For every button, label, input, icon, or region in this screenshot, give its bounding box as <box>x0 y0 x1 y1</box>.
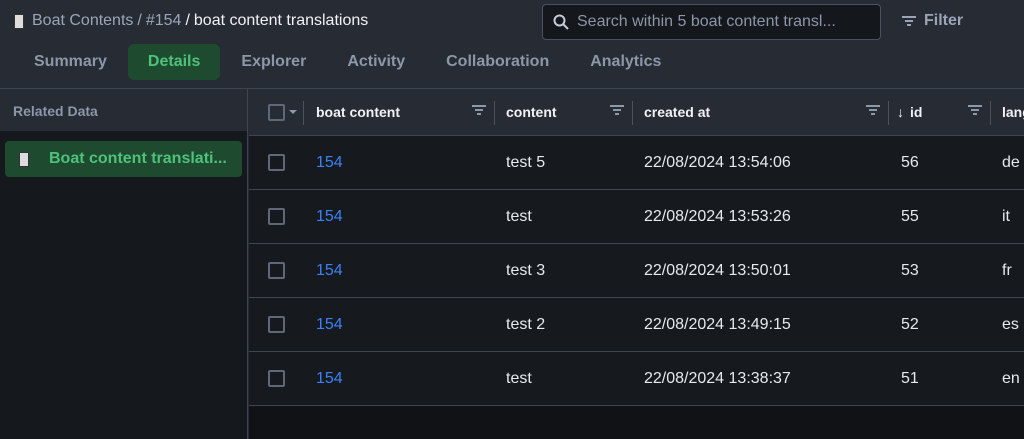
lang-cell: it <box>1002 207 1010 225</box>
column-separator[interactable] <box>990 101 991 125</box>
breadcrumb-separator: / <box>185 12 190 29</box>
column-header-created-at[interactable]: created at <box>644 89 710 135</box>
filter-label: Filter <box>924 12 964 29</box>
id-cell: 53 <box>901 261 919 279</box>
data-table: boat content content created at ↓ id lang… <box>249 89 1024 439</box>
filter-icon <box>902 16 916 26</box>
tab-activity[interactable]: Activity <box>327 44 425 80</box>
created-at-cell: 22/08/2024 13:53:26 <box>644 207 791 225</box>
related-data-sidebar: Related Data Boat content translati... <box>0 89 248 439</box>
created-at-cell: 22/08/2024 13:54:06 <box>644 153 791 171</box>
table-row[interactable]: 154 test 22/08/2024 13:53:26 55 it <box>249 190 1024 244</box>
row-checkbox[interactable] <box>268 190 285 243</box>
sidebar-item-boat-content-translations[interactable]: Boat content translati... <box>5 141 242 177</box>
content-cell: test 3 <box>506 261 546 279</box>
id-cell: 51 <box>901 369 919 387</box>
created-at-cell: 22/08/2024 13:38:37 <box>644 369 791 387</box>
row-checkbox[interactable] <box>268 136 285 189</box>
lang-cell: es <box>1002 315 1019 333</box>
row-checkbox[interactable] <box>268 244 285 297</box>
column-header-boat-content[interactable]: boat content <box>316 89 400 135</box>
tab-analytics[interactable]: Analytics <box>570 44 681 80</box>
breadcrumb-record[interactable]: #154 <box>146 12 182 30</box>
column-filter-icon[interactable] <box>610 105 624 115</box>
row-checkbox[interactable] <box>268 352 285 405</box>
breadcrumb-current: boat content translations <box>193 12 369 29</box>
boat-content-link[interactable]: 154 <box>316 298 343 351</box>
boat-content-link[interactable]: 154 <box>316 190 343 243</box>
arrow-down-icon: ↓ <box>897 104 904 120</box>
column-header-content[interactable]: content <box>506 89 557 135</box>
filter-button[interactable]: Filter <box>902 12 963 30</box>
table-row[interactable]: 154 test 2 22/08/2024 13:49:15 52 es <box>249 298 1024 352</box>
column-separator[interactable] <box>494 101 495 125</box>
tab-details[interactable]: Details <box>127 44 221 80</box>
tab-summary[interactable]: Summary <box>14 44 127 80</box>
table-row[interactable]: 154 test 5 22/08/2024 13:54:06 56 de <box>249 136 1024 190</box>
id-cell: 52 <box>901 315 919 333</box>
column-header-lang[interactable]: lang <box>1002 89 1024 135</box>
content-cell: test <box>506 369 532 387</box>
column-header-id[interactable]: ↓ id <box>897 89 922 135</box>
column-separator[interactable] <box>888 101 889 125</box>
column-separator[interactable] <box>632 101 633 125</box>
row-checkbox[interactable] <box>268 298 285 351</box>
content-cell: test 5 <box>506 153 546 171</box>
column-filter-icon[interactable] <box>968 105 982 115</box>
tab-collaboration[interactable]: Collaboration <box>426 44 569 80</box>
tab-bar: Summary Details Explorer Activity Collab… <box>14 44 682 80</box>
select-all-checkbox[interactable] <box>268 89 297 135</box>
table-row[interactable]: 154 test 22/08/2024 13:38:37 51 en <box>249 352 1024 406</box>
sidebar-item-label: Boat content translati... <box>49 150 227 167</box>
breadcrumb-separator: / <box>137 12 142 29</box>
book-icon <box>14 13 24 29</box>
content-cell: test 2 <box>506 315 546 333</box>
chevron-down-icon[interactable] <box>289 110 297 118</box>
content-cell: test <box>506 207 532 225</box>
column-separator <box>303 101 304 125</box>
lang-cell: de <box>1002 153 1020 171</box>
created-at-cell: 22/08/2024 13:50:01 <box>644 261 791 279</box>
lang-cell: en <box>1002 369 1020 387</box>
column-filter-icon[interactable] <box>866 105 880 115</box>
column-filter-icon[interactable] <box>472 105 486 115</box>
created-at-cell: 22/08/2024 13:49:15 <box>644 315 791 333</box>
sidebar-title: Related Data <box>0 89 247 131</box>
tab-explorer[interactable]: Explorer <box>221 44 326 80</box>
book-icon <box>19 151 29 167</box>
search-input[interactable]: Search within 5 boat content transl... <box>542 4 881 40</box>
breadcrumb-root[interactable]: Boat Contents <box>32 12 133 30</box>
column-header-label: id <box>910 104 923 120</box>
id-cell: 55 <box>901 207 919 225</box>
id-cell: 56 <box>901 153 919 171</box>
boat-content-link[interactable]: 154 <box>316 352 343 405</box>
table-row[interactable]: 154 test 3 22/08/2024 13:50:01 53 fr <box>249 244 1024 298</box>
breadcrumb: Boat Contents / #154 / boat content tran… <box>14 12 368 30</box>
boat-content-link[interactable]: 154 <box>316 136 343 189</box>
lang-cell: fr <box>1002 261 1012 279</box>
search-icon <box>553 14 569 30</box>
search-placeholder: Search within 5 boat content transl... <box>577 13 836 30</box>
table-header: boat content content created at ↓ id lang <box>249 89 1024 136</box>
boat-content-link[interactable]: 154 <box>316 244 343 297</box>
